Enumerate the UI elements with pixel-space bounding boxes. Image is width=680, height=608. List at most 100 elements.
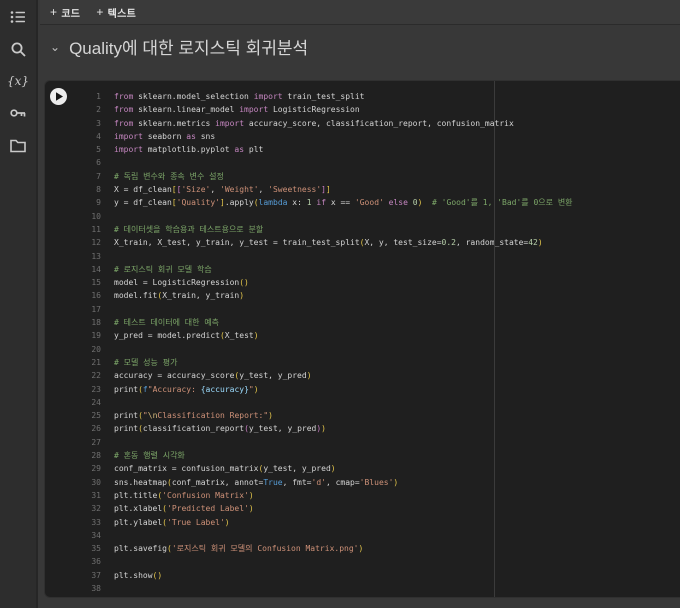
code-line[interactable]: 30 sns.heatmap(conf_matrix, annot=True, f… xyxy=(45,476,679,489)
code-text: sns.heatmap(conf_matrix, annot=True, fmt… xyxy=(114,477,399,487)
code-line[interactable]: 20 xyxy=(45,343,679,356)
code-line[interactable]: 5 import matplotlib.pyplot as plt xyxy=(45,143,679,156)
add-text-label: 텍스트 xyxy=(107,8,137,20)
line-number: 10 xyxy=(91,211,101,221)
plus-icon: + xyxy=(96,5,104,19)
line-number: 35 xyxy=(91,544,101,554)
code-text: model = LogisticRegression() xyxy=(114,278,249,288)
code-line[interactable]: 31 plt.title('Confusion Matrix') xyxy=(45,489,679,502)
folder-icon[interactable] xyxy=(7,134,29,156)
code-line[interactable]: 23 print(f"Accuracy: {accuracy}") xyxy=(45,383,679,396)
code-line[interactable]: 24 xyxy=(45,396,679,409)
code-line[interactable]: 19 y_pred = model.predict(X_test) xyxy=(45,329,679,342)
code-line[interactable]: 4 import seaborn as sns xyxy=(45,130,679,143)
code-line[interactable]: 1 from sklearn.model_selection import tra… xyxy=(45,90,679,103)
line-number: 9 xyxy=(96,198,101,208)
code-line[interactable]: 22 accuracy = accuracy_score(y_test, y_pr… xyxy=(45,369,679,382)
code-line[interactable]: 14 # 로지스틱 회귀 모델 학습 xyxy=(45,263,679,276)
code-line[interactable]: 26 print(classification_report(y_test, y_… xyxy=(45,422,679,435)
code-line[interactable]: 8 X = df_clean[['Size', 'Weight', 'Sweetn… xyxy=(45,183,679,196)
notebook-toolbar: + 코드 + 텍스트 xyxy=(40,0,680,25)
code-text: import seaborn as sns xyxy=(114,131,216,141)
line-number: 22 xyxy=(91,371,101,381)
code-line[interactable]: 12 X_train, X_test, y_train, y_test = tra… xyxy=(45,236,679,249)
code-text: accuracy = accuracy_score(y_test, y_pred… xyxy=(114,371,312,381)
line-number: 34 xyxy=(91,530,101,540)
code-line[interactable]: 21 # 모델 성능 평가 xyxy=(45,356,679,369)
add-code-label: 코드 xyxy=(61,8,81,20)
line-number: 17 xyxy=(91,304,101,314)
code-line[interactable]: 9 y = df_clean['Quality'].apply(lambda x:… xyxy=(45,196,679,209)
code-cell[interactable]: 1 from sklearn.model_selection import tra… xyxy=(44,80,680,598)
code-line[interactable]: 18 # 테스트 데이터에 대한 예측 xyxy=(45,316,679,329)
code-text: print(classification_report(y_test, y_pr… xyxy=(114,424,326,434)
table-of-contents-icon[interactable] xyxy=(7,6,29,28)
line-number: 31 xyxy=(91,490,101,500)
variables-icon[interactable]: {x} xyxy=(7,70,29,92)
run-cell-button[interactable] xyxy=(50,88,67,105)
line-number: 3 xyxy=(96,118,101,128)
line-number: 19 xyxy=(91,331,101,341)
code-line[interactable]: 3 from sklearn.metrics import accuracy_sc… xyxy=(45,117,679,130)
code-line[interactable]: 28 # 혼동 행렬 시각화 xyxy=(45,449,679,462)
code-line[interactable]: 25 print("\nClassification Report:") xyxy=(45,409,679,422)
code-text: model.fit(X_train, y_train) xyxy=(114,291,245,301)
code-line[interactable]: 35 plt.savefig('로지스틱 회귀 모델의 Confusion Mat… xyxy=(45,542,679,555)
section-header[interactable]: ⌄ Quality에 대한 로지스틱 회귀분석 xyxy=(40,26,680,66)
code-line[interactable]: 36 xyxy=(45,555,679,568)
code-text: # 모델 성능 평가 xyxy=(114,357,178,367)
code-line[interactable]: 13 xyxy=(45,250,679,263)
code-text: print(f"Accuracy: {accuracy}") xyxy=(114,384,259,394)
code-line[interactable]: 33 plt.ylabel('True Label') xyxy=(45,516,679,529)
code-line[interactable]: 16 model.fit(X_train, y_train) xyxy=(45,289,679,302)
line-number: 25 xyxy=(91,411,101,421)
variables-icon-label: {x} xyxy=(6,74,30,88)
code-line[interactable]: 32 plt.xlabel('Predicted Label') xyxy=(45,502,679,515)
code-text: import matplotlib.pyplot as plt xyxy=(114,145,264,155)
line-number: 20 xyxy=(91,344,101,354)
code-line[interactable]: 38 xyxy=(45,582,679,595)
search-icon[interactable] xyxy=(7,38,29,60)
code-line[interactable]: 34 xyxy=(45,529,679,542)
add-code-button[interactable]: + 코드 xyxy=(50,5,80,20)
code-text: plt.savefig('로지스틱 회귀 모델의 Confusion Matri… xyxy=(114,544,364,554)
line-number: 24 xyxy=(91,397,101,407)
code-line[interactable]: 27 xyxy=(45,436,679,449)
code-text: # 테스트 데이터에 대한 예측 xyxy=(114,318,220,328)
line-number: 14 xyxy=(91,264,101,274)
code-text: conf_matrix = confusion_matrix(y_test, y… xyxy=(114,464,336,474)
code-line[interactable]: 6 xyxy=(45,156,679,169)
line-number: 11 xyxy=(91,224,101,234)
code-text: # 로지스틱 회귀 모델 학습 xyxy=(114,264,212,274)
line-number: 5 xyxy=(96,145,101,155)
line-number: 30 xyxy=(91,477,101,487)
add-text-button[interactable]: + 텍스트 xyxy=(96,5,136,20)
code-text: y = df_clean['Quality'].apply(lambda x: … xyxy=(114,198,573,208)
code-area[interactable]: 1 from sklearn.model_selection import tra… xyxy=(45,81,679,597)
code-line[interactable]: 2 from sklearn.linear_model import Logist… xyxy=(45,103,679,116)
code-text: # 독립 변수와 종속 변수 설정 xyxy=(114,171,224,181)
line-number: 26 xyxy=(91,424,101,434)
code-text: plt.title('Confusion Matrix') xyxy=(114,490,254,500)
key-icon[interactable] xyxy=(7,102,29,124)
line-number: 33 xyxy=(91,517,101,527)
code-text: from sklearn.model_selection import trai… xyxy=(114,92,365,101)
code-line[interactable]: 15 model = LogisticRegression() xyxy=(45,276,679,289)
code-line[interactable]: 29 conf_matrix = confusion_matrix(y_test,… xyxy=(45,462,679,475)
line-number: 32 xyxy=(91,504,101,514)
code-line[interactable]: 37 plt.show() xyxy=(45,569,679,582)
line-number: 23 xyxy=(91,384,101,394)
code-text: from sklearn.linear_model import Logisti… xyxy=(114,105,360,115)
code-line[interactable]: 17 xyxy=(45,303,679,316)
chevron-down-icon[interactable]: ⌄ xyxy=(50,39,60,53)
line-number: 12 xyxy=(91,238,101,248)
code-line[interactable]: 7 # 독립 변수와 종속 변수 설정 xyxy=(45,170,679,183)
section-title: Quality에 대한 로지스틱 회귀분석 xyxy=(69,38,309,58)
code-line[interactable]: 11 # 데이터셋을 학습용과 테스트용으로 분할 xyxy=(45,223,679,236)
code-line[interactable]: 10 xyxy=(45,210,679,223)
